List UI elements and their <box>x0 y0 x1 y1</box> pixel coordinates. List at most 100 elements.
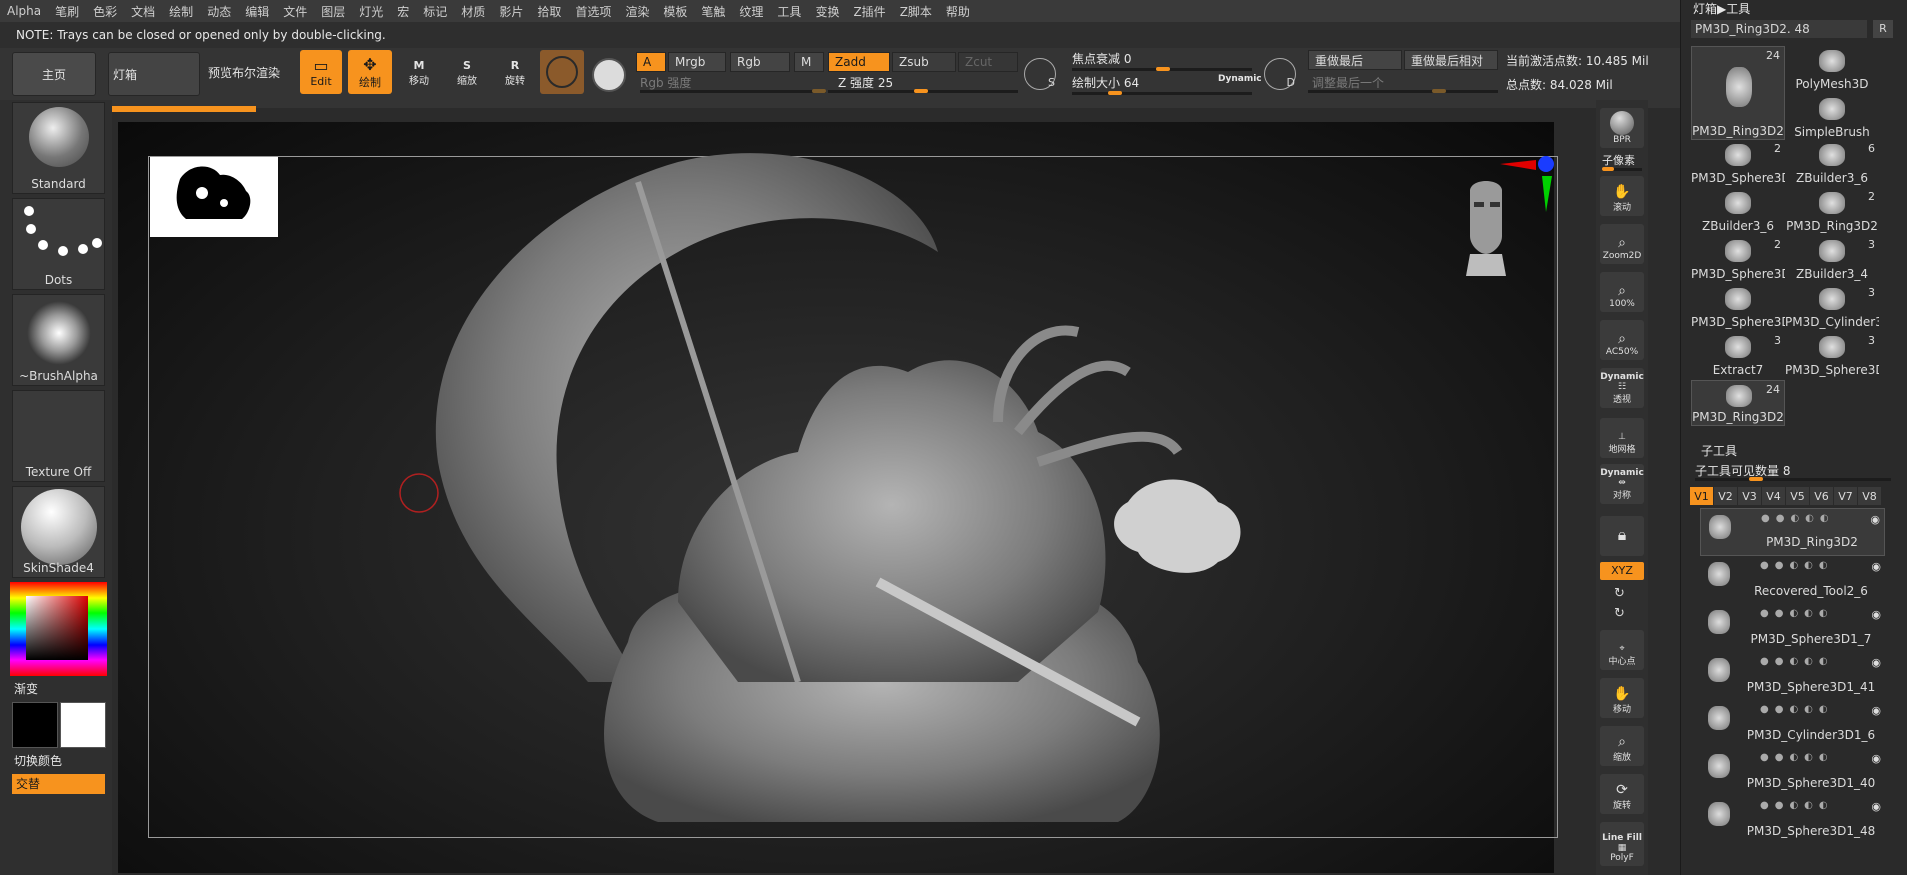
material-swatch-button[interactable] <box>540 50 584 94</box>
menu-item[interactable]: Z插件 <box>846 3 892 20</box>
center-button[interactable]: ⌖ 中心点 <box>1600 630 1644 670</box>
alpha-selector[interactable]: ~BrushAlpha <box>12 294 105 386</box>
focal-shift-knob[interactable] <box>1156 67 1170 71</box>
menu-item[interactable]: Alpha <box>0 4 48 18</box>
subpixel-slider[interactable] <box>1602 167 1642 171</box>
a-toggle[interactable]: A <box>636 52 666 72</box>
draw-size-slider[interactable] <box>1072 91 1252 95</box>
menu-item[interactable]: 笔刷 <box>48 3 86 20</box>
tool-item[interactable]: SimpleBrush <box>1785 94 1879 140</box>
subtool-toggles-icon[interactable]: ●●◐◐◐ <box>1761 513 1835 524</box>
tool-item[interactable]: PolyMesh3D <box>1785 46 1879 92</box>
menu-item[interactable]: 图层 <box>314 3 352 20</box>
switch-color-button[interactable]: 切换颜色 <box>14 752 62 769</box>
tool-item[interactable]: 24 PM3D_Ring3D2 <box>1691 46 1785 140</box>
edit-button[interactable]: ▭ Edit <box>300 50 342 94</box>
material-selector[interactable]: SkinShade4 <box>12 486 105 578</box>
adjust-last-slider[interactable] <box>1308 89 1498 93</box>
focal-shift-slider[interactable] <box>1072 67 1252 71</box>
secondary-color-swatch[interactable] <box>60 702 106 748</box>
subpixel-knob[interactable] <box>1602 167 1614 171</box>
version-tab[interactable]: V3 <box>1738 487 1761 505</box>
menu-item[interactable]: 影片 <box>492 3 530 20</box>
m-toggle[interactable]: M <box>794 52 824 72</box>
orientation-head-icon[interactable] <box>1462 180 1508 280</box>
version-tab[interactable]: V4 <box>1762 487 1785 505</box>
subtool-item[interactable]: ◉ ●●◐◐◐ PM3D_Sphere3D1_41 <box>1700 652 1885 700</box>
rotate-view-button[interactable]: ⟳ 旋转 <box>1600 774 1644 814</box>
version-tab[interactable]: V2 <box>1714 487 1737 505</box>
stroke-selector[interactable]: Dots <box>12 198 105 290</box>
menu-item[interactable]: 笔触 <box>694 3 732 20</box>
zadd-toggle[interactable]: Zadd <box>828 52 890 72</box>
subtool-item[interactable]: ◉ ●●◐◐◐ PM3D_Sphere3D1_48 <box>1700 796 1885 844</box>
scale-button[interactable]: S 缩放 <box>446 52 488 94</box>
visibility-eye-icon[interactable]: ◉ <box>1871 656 1881 669</box>
lightbox-button[interactable]: 灯箱 <box>108 52 200 96</box>
tool-item[interactable]: PM3D_Sphere3D <box>1691 284 1785 330</box>
rotate-z-icon[interactable]: ↻ <box>1614 606 1625 621</box>
subtool-toggles-icon[interactable]: ●●◐◐◐ <box>1760 608 1834 619</box>
version-tab[interactable]: V1 <box>1690 487 1713 505</box>
tool-item[interactable]: 6 ZBuilder3_6 <box>1785 140 1879 186</box>
menu-item[interactable]: 灯光 <box>352 3 390 20</box>
menu-item[interactable]: Z脚本 <box>893 3 939 20</box>
version-tab[interactable]: V7 <box>1834 487 1857 505</box>
preview-render-button[interactable]: 预览布尔渲染 <box>208 64 280 81</box>
tool-item[interactable]: 3 PM3D_Sphere3D <box>1785 332 1879 378</box>
xyz-button[interactable]: XYZ <box>1600 562 1644 580</box>
menu-item[interactable]: 工具 <box>770 3 808 20</box>
color-square[interactable] <box>26 596 88 660</box>
subtool-count-knob[interactable] <box>1749 477 1763 481</box>
visibility-eye-icon[interactable]: ◉ <box>1871 608 1881 621</box>
tool-item[interactable]: ZBuilder3_6 <box>1691 188 1785 234</box>
sculpture-model[interactable] <box>118 122 1554 873</box>
visibility-eye-icon[interactable]: ◉ <box>1871 752 1881 765</box>
r-button[interactable]: R <box>1873 20 1893 38</box>
s-size-button[interactable]: S <box>1024 58 1056 90</box>
menu-item[interactable]: 标记 <box>416 3 454 20</box>
draw-size-knob[interactable] <box>1108 91 1122 95</box>
subtool-toggles-icon[interactable]: ●●◐◐◐ <box>1760 560 1834 571</box>
rotate-button[interactable]: R 旋转 <box>494 52 536 94</box>
gradient-label[interactable]: 渐变 <box>14 680 38 697</box>
mrgb-toggle[interactable]: Mrgb <box>668 52 726 72</box>
ac50-button[interactable]: ⌕ AC50% <box>1600 320 1644 360</box>
subtool-toggles-icon[interactable]: ●●◐◐◐ <box>1760 704 1834 715</box>
version-tab[interactable]: V8 <box>1858 487 1881 505</box>
subtool-count-slider[interactable] <box>1695 477 1891 481</box>
move-view-button[interactable]: ✋ 移动 <box>1600 678 1644 718</box>
tool-item[interactable]: 24 PM3D_Ring3D2 <box>1691 380 1785 426</box>
subtool-item[interactable]: ◉ ●●◐◐◐ PM3D_Cylinder3D1_6 <box>1700 700 1885 748</box>
visibility-eye-icon[interactable]: ◉ <box>1871 704 1881 717</box>
subtool-toggles-icon[interactable]: ●●◐◐◐ <box>1760 752 1834 763</box>
zoom-view-button[interactable]: ⌕ 缩放 <box>1600 726 1644 766</box>
subtool-item[interactable]: ◉ ●●◐◐◐ PM3D_Sphere3D1_7 <box>1700 604 1885 652</box>
scroll-button[interactable]: ✋ 滚动 <box>1600 176 1644 216</box>
visibility-eye-icon[interactable]: ◉ <box>1871 800 1881 813</box>
menu-item[interactable]: 拾取 <box>530 3 568 20</box>
visibility-eye-icon[interactable]: ◉ <box>1870 513 1880 526</box>
version-tab[interactable]: V5 <box>1786 487 1809 505</box>
menu-item[interactable]: 文档 <box>124 3 162 20</box>
linefill-button[interactable]: Line Fill ▦ PolyF <box>1600 822 1644 866</box>
adjust-last-knob[interactable] <box>1432 89 1446 93</box>
dynamic-toggle[interactable]: Dynamic <box>1218 74 1262 84</box>
menu-item[interactable]: 文件 <box>276 3 314 20</box>
spotlight-icon[interactable] <box>592 58 626 92</box>
d-button[interactable]: D <box>1264 58 1296 90</box>
menu-item[interactable]: 帮助 <box>939 3 977 20</box>
menu-item[interactable]: 首选项 <box>568 3 618 20</box>
subtool-item[interactable]: ◉ ●●◐◐◐ PM3D_Ring3D2 <box>1700 508 1885 556</box>
subtool-toggles-icon[interactable]: ●●◐◐◐ <box>1760 800 1834 811</box>
rgb-intensity-slider[interactable] <box>640 89 826 93</box>
z-intensity-slider[interactable] <box>828 89 1018 93</box>
tool-item[interactable]: 3 PM3D_Cylinder3 <box>1785 284 1879 330</box>
brush-selector[interactable]: Standard <box>12 102 105 194</box>
menu-item[interactable]: 宏 <box>390 3 416 20</box>
menu-item[interactable]: 纹理 <box>732 3 770 20</box>
menu-item[interactable]: 材质 <box>454 3 492 20</box>
version-tab[interactable]: V6 <box>1810 487 1833 505</box>
symmetry-button[interactable]: Dynamic ⇹ 对称 <box>1600 464 1644 504</box>
draw-button[interactable]: ✥ 绘制 <box>348 50 392 94</box>
